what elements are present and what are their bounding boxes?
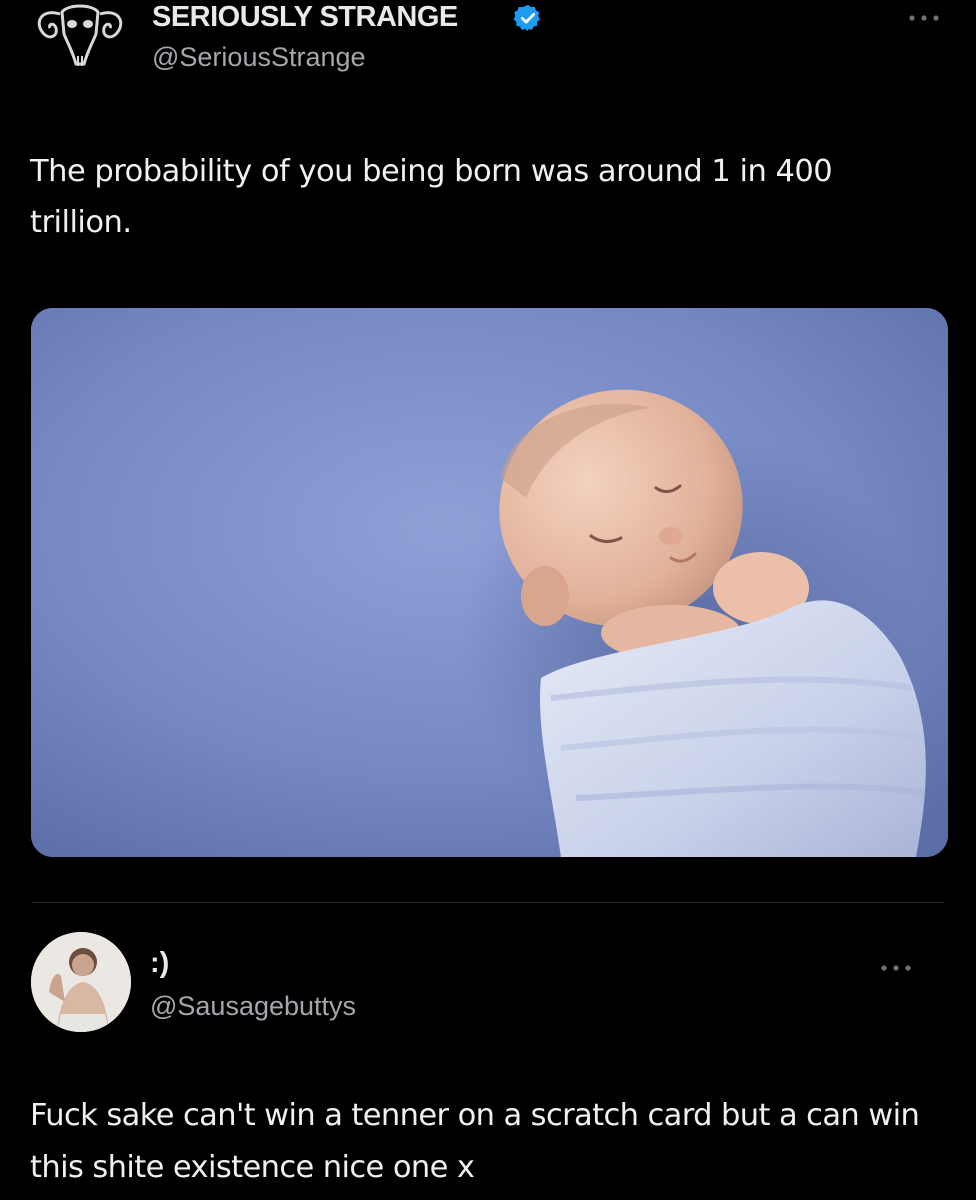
more-horizontal-icon[interactable] — [906, 10, 942, 24]
tweet-handle[interactable]: @SeriousStrange — [152, 41, 366, 73]
divider — [32, 902, 944, 903]
reply-text: Fuck sake can't win a tenner on a scratc… — [30, 1098, 920, 1185]
reply-handle[interactable]: @Sausagebuttys — [150, 990, 356, 1022]
ram-skull-logo-icon[interactable] — [30, 0, 130, 74]
tweet-media-image[interactable] — [31, 308, 948, 857]
tweet-text: The probability of you being born was ar… — [30, 154, 833, 240]
user-avatar-photo[interactable] — [31, 932, 131, 1032]
reply-display-name[interactable]: :) — [150, 946, 169, 980]
tweet-display-name[interactable]: SERIOUSLY STRANGE — [152, 0, 458, 34]
verified-badge-icon — [513, 3, 543, 33]
tweet-header: SERIOUSLY STRANGE @SeriousStrange — [30, 0, 960, 90]
more-horizontal-icon[interactable] — [878, 960, 914, 974]
